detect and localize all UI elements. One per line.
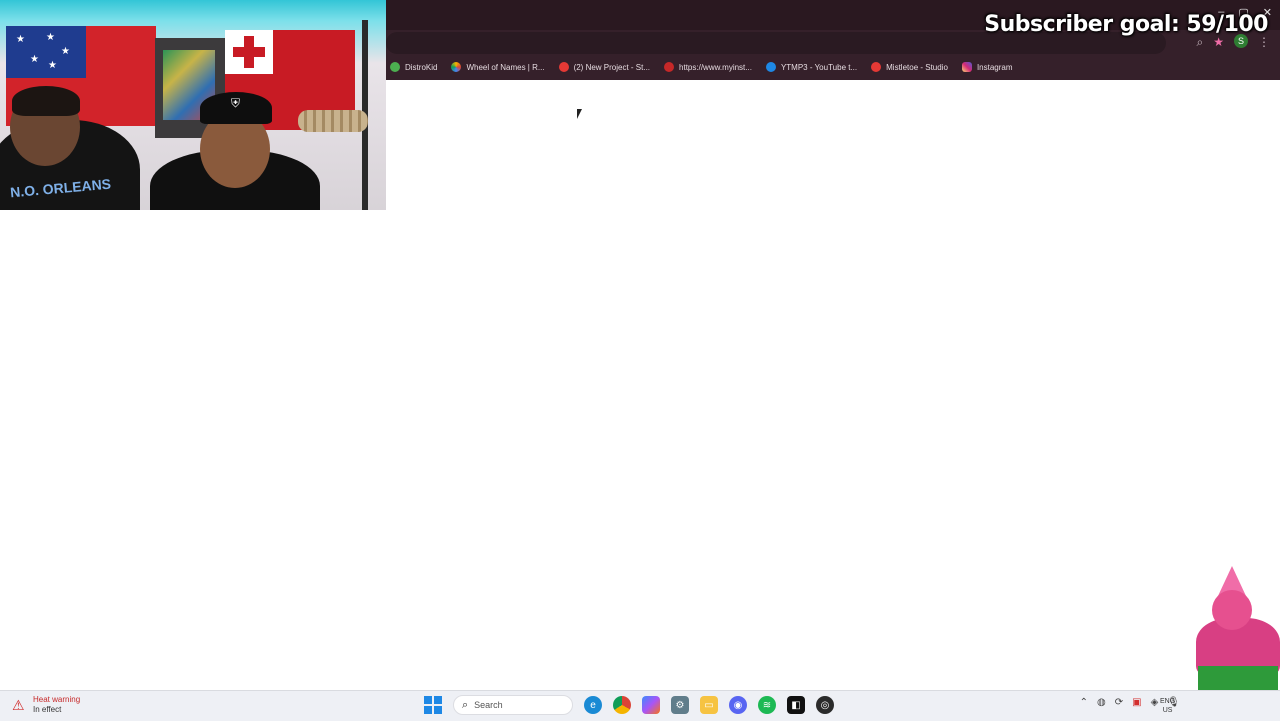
bookmark-wheel-of-names[interactable]: Wheel of Names | R...: [451, 62, 545, 72]
network-icon[interactable]: ◈: [1151, 697, 1159, 708]
webcam-feed: ★ ★ ★ ★ ★ N.O. ORLEANS ⛨: [0, 0, 386, 210]
mouse-cursor-icon: [577, 109, 582, 119]
weather-text: Heat warning In effect: [33, 695, 80, 715]
mascot-overlay: [1188, 566, 1280, 690]
studio-icon: [871, 62, 882, 72]
lang-line1: ENG: [1160, 698, 1176, 705]
bookmark-myinst[interactable]: https://www.myinst...: [664, 62, 752, 72]
heat-warning-icon: ⚠: [12, 697, 25, 713]
tray-app-icon[interactable]: ⟳: [1115, 697, 1123, 708]
settings-icon[interactable]: ⚙: [671, 696, 689, 714]
file-explorer-icon[interactable]: ▭: [700, 696, 718, 714]
search-icon: ⌕: [462, 698, 469, 711]
cap-logo-icon: ⛨: [231, 96, 241, 110]
person-left-hair: [12, 86, 80, 116]
bookmark-label: YTMP3 - YouTube t...: [780, 62, 858, 72]
copilot-icon[interactable]: [642, 696, 660, 714]
start-button[interactable]: [424, 696, 442, 714]
bookmark-distrokid[interactable]: DistroKid: [390, 62, 437, 72]
globe-icon: [664, 62, 675, 72]
bookmark-label: Mistletoe - Studio: [886, 62, 948, 72]
wheel-icon: [451, 62, 462, 72]
bookmark-label: Instagram: [976, 62, 1013, 72]
weather-subtitle: In effect: [33, 705, 62, 714]
weather-title: Heat warning: [33, 695, 81, 704]
distrokid-icon: [390, 62, 400, 72]
bookmarks-bar: DistroKid Wheel of Names | R... (2) New …: [390, 58, 1013, 76]
taskbar-search[interactable]: ⌕ Search: [453, 695, 573, 715]
capcut-icon[interactable]: ◧: [787, 696, 805, 714]
subscriber-goal-overlay: Subscriber goal: 59/100: [984, 12, 1268, 37]
bookmark-label: DistroKid: [405, 62, 438, 72]
bookmark-mistletoe-studio[interactable]: Mistletoe - Studio: [871, 62, 948, 72]
bookmark-label: (2) New Project - St...: [573, 62, 651, 72]
project-icon: [558, 62, 569, 72]
lang-line2: US: [1162, 707, 1173, 714]
tray-app-icon[interactable]: ◍: [1097, 697, 1106, 708]
bookmark-new-project[interactable]: (2) New Project - St...: [558, 62, 651, 72]
bookmark-ytmp3[interactable]: YTMP3 - YouTube t...: [765, 62, 858, 72]
tray-app-icon[interactable]: ▣: [1132, 697, 1141, 708]
mascot-head: [1212, 590, 1252, 630]
chrome-icon[interactable]: [613, 696, 631, 714]
weather-widget[interactable]: ⚠ Heat warning In effect: [12, 695, 80, 715]
bookmark-instagram[interactable]: Instagram: [961, 62, 1013, 72]
mascot-pants: [1198, 666, 1278, 690]
search-label: Search: [474, 700, 503, 710]
flag-canton: ★ ★ ★ ★ ★: [6, 26, 86, 78]
spotify-icon[interactable]: ≋: [758, 696, 776, 714]
language-indicator[interactable]: ENG US: [1160, 697, 1175, 715]
taskbar: ⚠ Heat warning In effect ⌕ Search e ⚙ ▭ …: [0, 690, 1280, 721]
microphone: [298, 110, 368, 132]
ytmp3-icon: [765, 62, 776, 72]
bookmark-label: https://www.myinst...: [679, 62, 752, 72]
edge-icon[interactable]: e: [584, 696, 602, 714]
instagram-icon: [961, 62, 972, 72]
bookmark-label: Wheel of Names | R...: [466, 62, 545, 72]
discord-icon[interactable]: ◉: [729, 696, 747, 714]
flag-cross: [233, 47, 265, 57]
chevron-up-icon[interactable]: ⌃: [1080, 697, 1088, 708]
obs-icon[interactable]: ◎: [816, 696, 834, 714]
taskbar-apps: ⌕ Search e ⚙ ▭ ◉ ≋ ◧ ◎: [424, 695, 834, 715]
